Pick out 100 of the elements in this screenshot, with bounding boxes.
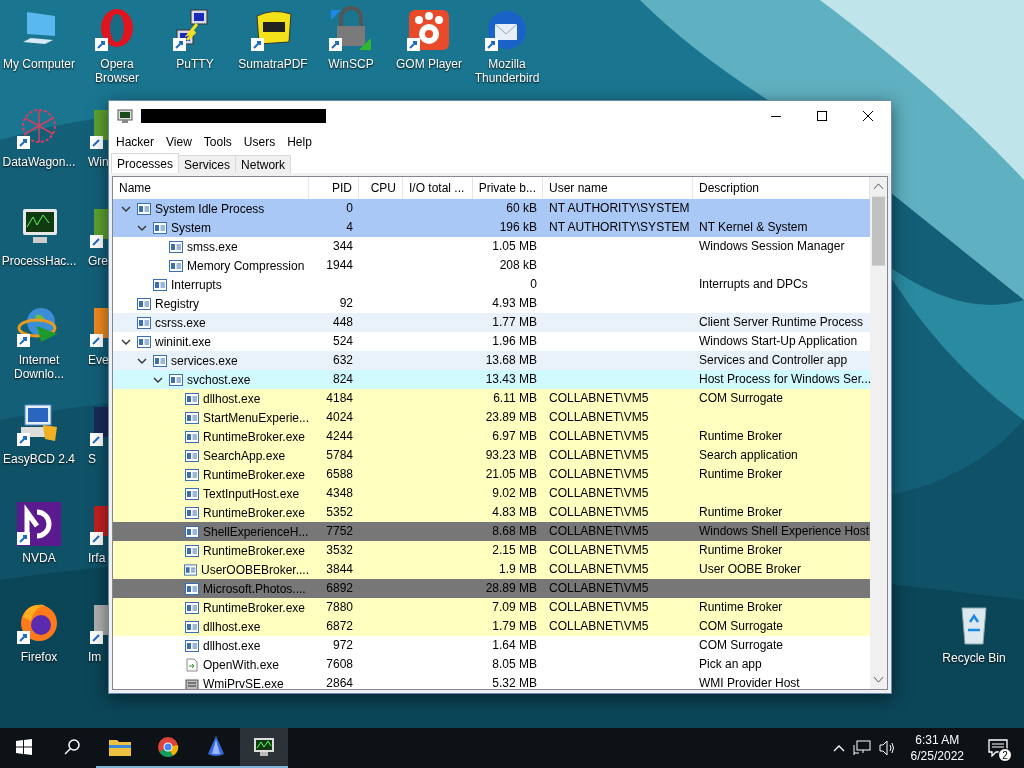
- user-cell-text: COLLABNET\VM5: [548, 504, 650, 521]
- monitor-icon: [253, 737, 275, 757]
- tab[interactable]: Services: [178, 155, 237, 173]
- memory-cell-text: 6.97 MB: [491, 428, 538, 445]
- process-name: smss.exe: [187, 239, 238, 254]
- process-row[interactable]: csrss.exe 448 1.77 MB Client Server Runtime Process: [113, 313, 870, 332]
- process-row[interactable]: RuntimeBroker.exe 4244 6.97 MB COLLABNET\VM5 Runtime Broker: [113, 427, 870, 446]
- window-icon: [185, 525, 199, 538]
- pid-cell-text: 7608: [325, 656, 354, 673]
- process-row[interactable]: System 4 196 kB NT AUTHORITY\SYSTEM NT Kernel & System: [113, 218, 870, 237]
- pid-cell-text: 4: [345, 219, 354, 236]
- icon-label: Irfa: [88, 551, 106, 565]
- description-cell-text: Interrupts and DPCs: [698, 276, 809, 293]
- search-icon: [64, 739, 80, 755]
- process-name: StartMenuExperie...: [202, 410, 309, 425]
- pid-cell-text: 5352: [325, 504, 354, 521]
- process-row[interactable]: SearchApp.exe 5784 93.23 MB COLLABNET\VM5 Search application: [113, 446, 870, 465]
- pid-cell-text: 2864: [325, 675, 354, 689]
- process-name: System Idle Process: [155, 201, 265, 216]
- scrollbar[interactable]: [870, 177, 887, 689]
- description-cell-text: Host Process for Windows Ser...: [698, 371, 870, 388]
- menu-item[interactable]: View: [160, 135, 198, 149]
- window-icon: [185, 487, 199, 500]
- process-row[interactable]: RuntimeBroker.exe 7880 7.09 MB COLLABNET\VM5 Runtime Broker: [113, 598, 870, 617]
- clock-time[interactable]: 6:31 AM: [915, 732, 960, 748]
- process-row[interactable]: svchost.exe 824 13.43 MB Host Process for Windows Ser...: [113, 370, 870, 389]
- window-icon: [185, 506, 199, 519]
- monitor-icon: [117, 109, 133, 123]
- icon-label: ProcessHac...: [1, 254, 77, 268]
- browser-icon: [157, 736, 179, 758]
- pid-cell-text: 4184: [325, 390, 354, 407]
- memory-cell-text: 28.89 MB: [484, 580, 538, 597]
- pid-cell-text: 3844: [325, 561, 354, 578]
- user-cell-text: COLLABNET\VM5: [548, 485, 650, 502]
- menu-item[interactable]: Tools: [197, 135, 238, 149]
- description-cell-text: Runtime Broker: [698, 466, 784, 483]
- user-cell-text: COLLABNET\VM5: [548, 561, 650, 578]
- process-row[interactable]: StartMenuExperie... 4024 23.89 MB COLLABNET\VM5: [113, 408, 870, 427]
- memory-cell-text: 93.23 MB: [484, 447, 538, 464]
- menu-item[interactable]: Hacker: [110, 135, 160, 149]
- process-name: WmiPrvSE.exe: [203, 676, 284, 689]
- icon-label: Mozilla Thunderbird: [473, 57, 541, 85]
- description-cell-text: Search application: [698, 447, 799, 464]
- tab[interactable]: Processes: [111, 153, 180, 173]
- description-cell-text: COM Surrogate: [698, 637, 785, 654]
- process-name: RuntimeBroker.exe: [203, 600, 306, 615]
- tab[interactable]: Network: [235, 155, 292, 173]
- notifications-button[interactable]: 2: [978, 728, 1018, 768]
- file-icon: [185, 657, 199, 672]
- icon-label: Firefox: [20, 650, 58, 664]
- process-row[interactable]: dllhost.exe 6872 1.79 MB COLLABNET\VM5 COM Surrogate: [113, 617, 870, 636]
- description-cell-text: Pick an app: [698, 656, 763, 673]
- description-cell-text: Runtime Broker: [698, 542, 784, 559]
- process-row[interactable]: TextInputHost.exe 4348 9.02 MB COLLABNET\VM5: [113, 484, 870, 503]
- user-cell-text: NT AUTHORITY\SYSTEM: [548, 219, 691, 236]
- chevron-icon[interactable]: [832, 744, 845, 752]
- process-row[interactable]: RuntimeBroker.exe 5352 4.83 MB COLLABNET\VM5 Runtime Broker: [113, 503, 870, 522]
- process-row[interactable]: System Idle Process 0 60 kB NT AUTHORITY\SYSTEM: [113, 199, 870, 218]
- icon-label: PuTTY: [176, 57, 214, 71]
- taskbar-button[interactable]: [240, 728, 288, 768]
- pid-cell-text: 5784: [325, 447, 354, 464]
- process-name: SearchApp.exe: [203, 448, 286, 463]
- memory-cell-text: 23.89 MB: [484, 409, 538, 426]
- window-icon: [183, 563, 197, 576]
- network-icon[interactable]: [852, 740, 871, 756]
- process-row[interactable]: services.exe 632 13.68 MB Services and Controller app: [113, 351, 870, 370]
- process-row[interactable]: dllhost.exe 4184 6.11 MB COLLABNET\VM5 COM Surrogate: [113, 389, 870, 408]
- app-icon[interactable]: [15, 500, 63, 548]
- window-icon: [185, 582, 199, 595]
- user-cell-text: COLLABNET\VM5: [548, 599, 650, 616]
- memory-cell-text: 1.79 MB: [491, 618, 538, 635]
- window-icon: [185, 449, 199, 462]
- process-name: TextInputHost.exe: [203, 486, 300, 501]
- process-name: ShellExperienceH...: [203, 524, 309, 539]
- icon-label: NVDA: [22, 551, 56, 565]
- process-name: Registry: [155, 296, 199, 311]
- process-row[interactable]: ShellExperienceH... 7752 8.68 MB COLLABNET\VM5 Windows Shell Experience Host: [113, 522, 870, 541]
- user-cell-text: COLLABNET\VM5: [548, 523, 650, 540]
- window-icon: [184, 411, 199, 424]
- process-row[interactable]: UserOOBEBroker.... 3844 1.9 MB COLLABNET\VM5 User OOBE Broker: [113, 560, 870, 579]
- pid-cell-text: 632: [331, 352, 354, 369]
- window-icon: [185, 430, 199, 443]
- description-cell-text: COM Surrogate: [698, 390, 785, 407]
- process-row[interactable]: RuntimeBroker.exe 6588 21.05 MB COLLABNET\VM5 Runtime Broker: [113, 465, 870, 484]
- process-name: Microsoft.Photos....: [203, 581, 306, 596]
- description-cell-text: Windows Start-Up Application: [698, 333, 859, 350]
- window-icon: [153, 278, 167, 291]
- speaker-icon[interactable]: [878, 740, 897, 756]
- user-cell-text: COLLABNET\VM5: [548, 390, 650, 407]
- process-row[interactable]: Microsoft.Photos.... 6892 28.89 MB COLLABNET\VM5: [113, 579, 870, 598]
- menu-item[interactable]: Help: [281, 135, 318, 149]
- icon-label: WinSCP: [328, 57, 374, 71]
- pid-cell-text: 7880: [325, 599, 354, 616]
- process-row[interactable]: RuntimeBroker.exe 3532 2.15 MB COLLABNET\VM5 Runtime Broker: [113, 541, 870, 560]
- clock-date[interactable]: 6/25/2022: [910, 748, 964, 764]
- menu-item[interactable]: Users: [237, 135, 282, 149]
- user-cell-text: COLLABNET\VM5: [548, 542, 650, 559]
- process-name: wininit.exe: [155, 334, 212, 349]
- memory-cell-text: 4.93 MB: [491, 295, 538, 312]
- user-cell-text: COLLABNET\VM5: [548, 447, 650, 464]
